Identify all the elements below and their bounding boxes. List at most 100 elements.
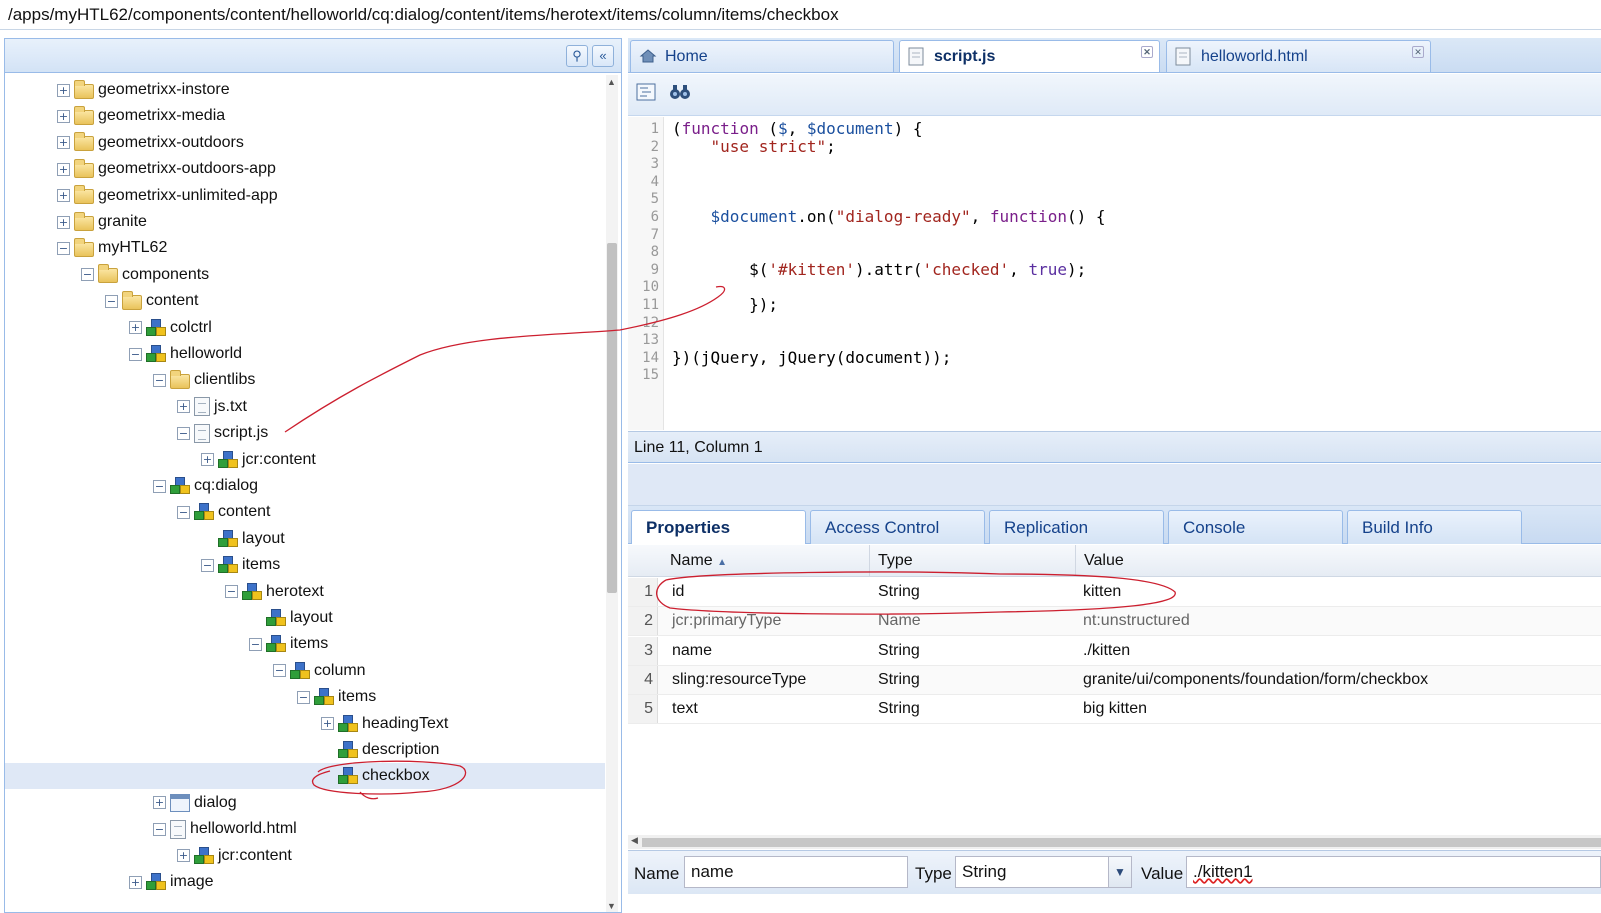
collapse-icon[interactable]: −	[273, 664, 286, 678]
collapse-icon[interactable]: −	[249, 637, 262, 651]
expand-icon[interactable]: +	[57, 215, 70, 229]
expand-icon[interactable]: +	[129, 875, 142, 889]
tree-node[interactable]: + geometrixx-unlimited-app	[57, 183, 278, 209]
collapse-icon[interactable]: −	[201, 558, 214, 572]
collapse-icon[interactable]: −	[153, 479, 166, 493]
type-select[interactable]: String	[955, 856, 1109, 888]
tree-node[interactable]: layout	[249, 605, 333, 631]
table-row[interactable]: 1 id String kitten	[628, 578, 1601, 607]
name-input[interactable]: name	[684, 856, 908, 888]
tree-node-selected[interactable]: checkbox	[5, 763, 605, 790]
close-icon[interactable]: ✕	[1141, 46, 1153, 58]
tree-node[interactable]: + colctrl	[129, 315, 212, 341]
table-row[interactable]: 2 jcr:primaryType Name nt:unstructured	[628, 607, 1601, 637]
code-editor[interactable]: 1 2 3 4 5 6 7 8 9 10 11 12 13 14 15 (function ($, $doc…	[628, 117, 1601, 430]
tree-node[interactable]: + jcr:content	[177, 843, 292, 869]
table-row[interactable]: 3 name String ./kitten	[628, 636, 1601, 666]
tree-node[interactable]: − items	[249, 631, 328, 657]
chevron-down-icon[interactable]: ▼	[1108, 856, 1132, 888]
table-row[interactable]: 5 text String big kitten	[628, 695, 1601, 725]
expand-icon[interactable]: +	[57, 136, 70, 150]
tree-node[interactable]: + dialog	[153, 790, 237, 816]
collapse-icon[interactable]: −	[153, 373, 166, 387]
scroll-down-icon[interactable]: ▼	[607, 901, 616, 911]
collapse-icon[interactable]: −	[105, 294, 118, 308]
tree-node-label: content	[218, 503, 271, 521]
table-row[interactable]: 4 sling:resourceType String granite/ui/comp…	[628, 665, 1601, 695]
expand-icon[interactable]: +	[57, 83, 70, 97]
column-separator[interactable]	[1075, 545, 1076, 577]
value-input[interactable]: ./kitten1	[1186, 856, 1601, 888]
grid-scroll-thumb[interactable]	[642, 838, 1601, 847]
tab-build-info[interactable]: Build Info	[1347, 510, 1522, 544]
tab-replication[interactable]: Replication	[989, 510, 1164, 544]
expand-icon[interactable]: +	[129, 321, 142, 335]
tree-node[interactable]: − helloworld.html	[153, 816, 297, 842]
tree-node[interactable]: layout	[201, 526, 285, 552]
tree-node[interactable]: − components	[81, 262, 209, 288]
panel-splitter[interactable]	[628, 464, 1601, 506]
tab-helloworld-html[interactable]: helloworld.html ✕	[1166, 40, 1431, 72]
collapse-icon[interactable]: −	[129, 347, 142, 361]
expand-icon[interactable]: +	[201, 453, 214, 467]
column-header-type[interactable]: Type	[878, 552, 913, 570]
search-icon[interactable]	[668, 83, 692, 105]
expand-icon[interactable]: +	[177, 400, 190, 414]
expand-icon[interactable]: +	[153, 796, 166, 810]
tab-properties[interactable]: Properties	[631, 510, 806, 544]
tab-home[interactable]: Home	[630, 40, 894, 72]
collapse-icon[interactable]: −	[57, 241, 70, 255]
expand-icon[interactable]: +	[57, 189, 70, 203]
tree-node-label: cq:dialog	[194, 477, 259, 494]
tree-node[interactable]: description	[321, 737, 439, 763]
tree-node[interactable]: − clientlibs	[153, 367, 255, 393]
collapse-icon[interactable]: −	[81, 268, 94, 282]
tab-script-js[interactable]: script.js ✕	[899, 40, 1160, 72]
cell-type: Name	[878, 612, 921, 630]
tree-node[interactable]: + geometrixx-outdoors	[57, 130, 244, 156]
tree-node-label: herotext	[266, 582, 324, 600]
scroll-left-icon[interactable]: ◀	[631, 835, 638, 846]
tree-node[interactable]: + granite	[57, 209, 147, 235]
expand-icon[interactable]: +	[321, 717, 334, 731]
tree-node[interactable]: + image	[129, 869, 214, 895]
tree-node[interactable]: − content	[105, 288, 198, 314]
collapse-icon[interactable]: −	[153, 822, 166, 836]
collapse-icon[interactable]: −	[297, 690, 310, 704]
component-icon	[146, 318, 166, 337]
scroll-up-icon[interactable]: ▲	[607, 77, 616, 87]
column-header-value[interactable]: Value	[1084, 552, 1124, 570]
tree-node[interactable]: − cq:dialog	[153, 473, 258, 499]
tree-node[interactable]: + js.txt	[177, 394, 247, 420]
tree-node[interactable]: + geometrixx-outdoors-app	[57, 156, 276, 182]
tree-node[interactable]: − content	[177, 499, 270, 525]
tab-access-control[interactable]: Access Control	[810, 510, 985, 544]
tree-node[interactable]: − items	[201, 552, 280, 578]
expand-icon[interactable]: +	[177, 849, 190, 863]
find-icon[interactable]: ⚲	[566, 45, 588, 67]
tree-node[interactable]: − myHTL62	[57, 235, 167, 261]
tree-node[interactable]: − items	[297, 684, 376, 710]
tree-node[interactable]: + headingText	[321, 711, 448, 737]
tree-scrollbar[interactable]: ▲ ▼	[606, 75, 618, 912]
tree-node[interactable]: − herotext	[225, 579, 324, 605]
collapse-icon[interactable]: −	[225, 585, 238, 599]
collapse-icon[interactable]: −	[177, 426, 190, 440]
column-separator[interactable]	[869, 545, 870, 577]
tree-node[interactable]: − helloworld	[129, 341, 242, 367]
tree-node[interactable]: + geometrixx-instore	[57, 77, 230, 103]
tree-node[interactable]: + jcr:content	[201, 447, 316, 473]
format-code-icon[interactable]	[634, 83, 658, 105]
collapse-icon[interactable]: −	[177, 505, 190, 519]
tree-node[interactable]: − script.js	[177, 420, 268, 446]
collapse-panel-icon[interactable]: «	[592, 45, 614, 67]
close-icon[interactable]: ✕	[1412, 46, 1424, 58]
tree-node[interactable]: − column	[273, 658, 366, 684]
tree-scroll-thumb[interactable]	[607, 243, 617, 593]
expand-icon[interactable]: +	[57, 162, 70, 176]
tab-console[interactable]: Console	[1168, 510, 1343, 544]
expand-icon[interactable]: +	[57, 109, 70, 123]
grid-horizontal-scrollbar[interactable]: ◀	[628, 835, 1601, 849]
column-header-name[interactable]: Name ▲	[670, 552, 727, 570]
tree-node[interactable]: + geometrixx-media	[57, 103, 225, 129]
